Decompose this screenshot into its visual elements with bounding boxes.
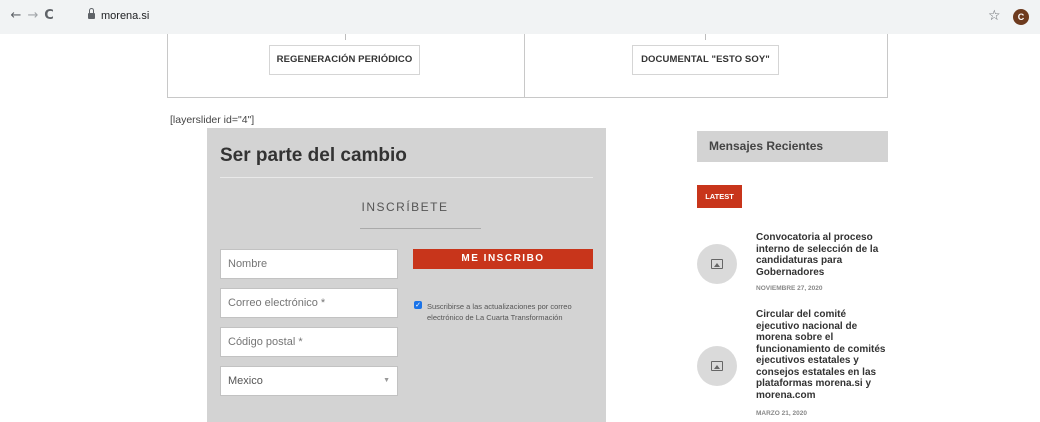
documental-esto-soy-button[interactable]: DOCUMENTAL "ESTO SOY" bbox=[632, 45, 779, 75]
consent-label: Suscribirse a las actualizaciones por co… bbox=[427, 302, 572, 322]
recent-posts-heading: Mensajes Recientes bbox=[697, 131, 888, 162]
post-title-link[interactable]: Circular del comité ejecutivo nacional d… bbox=[756, 309, 892, 401]
address-bar[interactable] bbox=[76, 6, 1022, 28]
subscribe-button[interactable]: ME INSCRIBO bbox=[413, 249, 593, 269]
forward-icon[interactable]: → bbox=[26, 9, 40, 23]
email-field[interactable] bbox=[220, 288, 398, 318]
url-text[interactable]: morena.si bbox=[101, 10, 149, 22]
reload-icon[interactable]: C bbox=[42, 9, 56, 23]
image-placeholder-icon bbox=[711, 259, 723, 269]
shortcode-text: [layerslider id="4"] bbox=[170, 114, 255, 126]
subscribe-divider bbox=[360, 228, 481, 229]
divider-tick bbox=[705, 34, 706, 40]
subscribe-heading: INSCRÍBETE bbox=[361, 200, 449, 214]
postal-code-field[interactable] bbox=[220, 327, 398, 357]
country-select[interactable]: Mexico ▼ bbox=[220, 366, 398, 396]
post-thumbnail[interactable] bbox=[697, 346, 737, 386]
back-icon[interactable]: ← bbox=[9, 9, 23, 23]
profile-avatar[interactable]: C bbox=[1013, 9, 1029, 25]
latest-badge[interactable]: LATEST bbox=[697, 185, 742, 208]
image-placeholder-icon bbox=[711, 361, 723, 371]
bookmark-star-icon[interactable]: ☆ bbox=[988, 9, 1001, 23]
panel-title: Ser parte del cambio bbox=[220, 145, 407, 166]
post-title-link[interactable]: Convocatoria al proceso interno de selec… bbox=[756, 232, 892, 278]
consent-checkbox[interactable]: ✓ bbox=[414, 301, 422, 309]
title-divider bbox=[220, 177, 593, 178]
browser-toolbar: ← → C morena.si ☆ C bbox=[0, 0, 1040, 34]
post-date: NOVIEMBRE 27, 2020 bbox=[756, 285, 823, 292]
regeneracion-periodico-button[interactable]: REGENERACIÓN PERIÓDICO bbox=[269, 45, 420, 75]
post-thumbnail[interactable] bbox=[697, 244, 737, 284]
country-select-value: Mexico bbox=[228, 375, 263, 387]
name-field[interactable] bbox=[220, 249, 398, 279]
chevron-down-icon: ▼ bbox=[383, 377, 390, 384]
post-date: MARZO 21, 2020 bbox=[756, 410, 807, 417]
divider-tick bbox=[345, 34, 346, 40]
lock-icon bbox=[88, 8, 95, 19]
